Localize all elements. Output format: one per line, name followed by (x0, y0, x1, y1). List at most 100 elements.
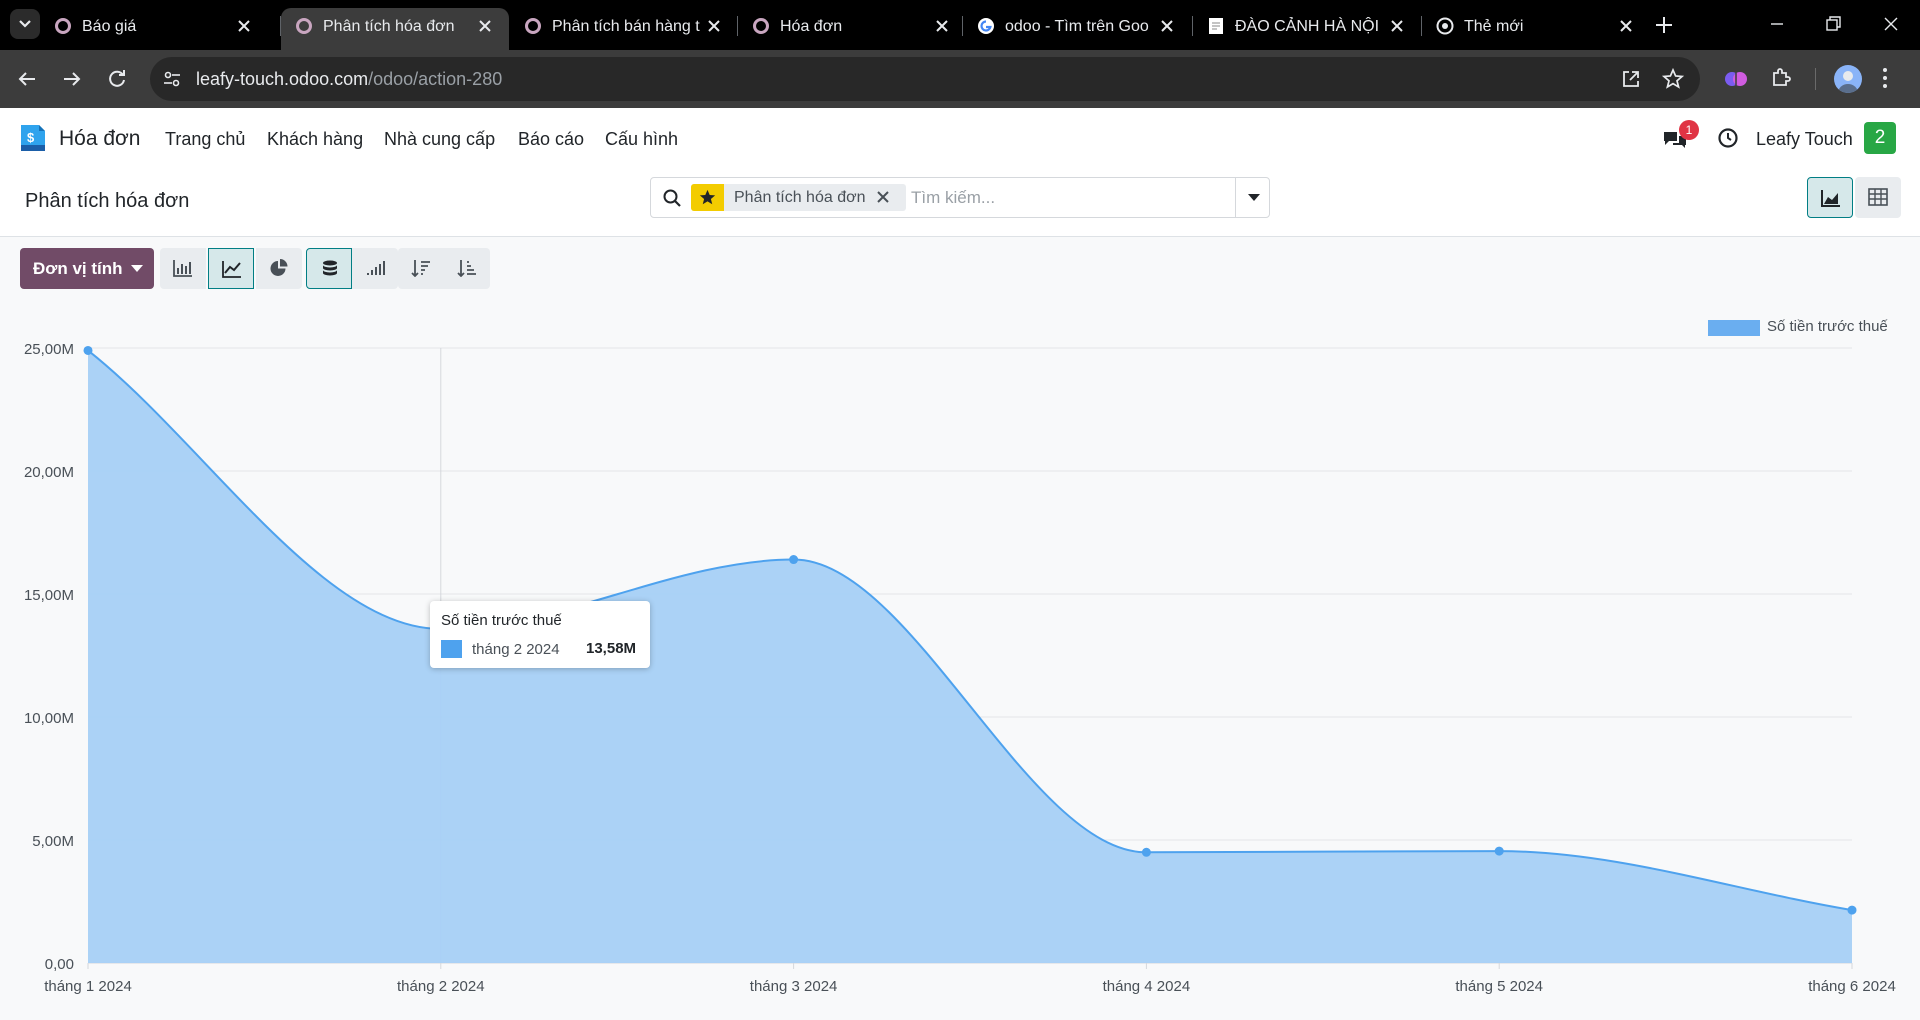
bar-chart-icon (173, 260, 192, 277)
favorite-filter-facet[interactable]: Phân tích hóa đơn (691, 184, 906, 211)
menu-bao-cao[interactable]: Báo cáo (518, 128, 584, 150)
search-icon[interactable] (663, 189, 681, 207)
x-tick-label: tháng 1 2024 (44, 978, 132, 995)
tab-title: Thẻ mới (1464, 18, 1524, 35)
sort-descending-button[interactable] (398, 248, 444, 289)
tab-close-icon[interactable] (1616, 16, 1636, 36)
menu-khach-hang[interactable]: Khách hàng (267, 128, 363, 150)
odoo-icon (55, 18, 71, 34)
invoicing-app-logo-icon[interactable]: $ (18, 123, 48, 153)
line-chart-mode-button[interactable] (208, 248, 254, 289)
search-bar[interactable]: Phân tích hóa đơn (650, 177, 1270, 218)
open-external-icon[interactable] (1620, 68, 1642, 90)
series-area-fill (88, 350, 1852, 964)
tab-title: Phân tích bán hàng t (552, 18, 700, 35)
pie-chart-mode-button[interactable] (256, 248, 302, 289)
forward-arrow-icon[interactable] (60, 67, 84, 91)
browser-tab[interactable]: Báo giá (40, 8, 268, 50)
menu-nha-cung-cap[interactable]: Nhà cung cấp (384, 128, 495, 150)
browser-tab[interactable]: odoo - Tìm trên Goo (963, 8, 1191, 50)
x-tick-label: tháng 3 2024 (750, 978, 838, 995)
browser-tab[interactable]: Phân tích bán hàng t (510, 8, 738, 50)
extensions-puzzle-icon[interactable] (1769, 66, 1793, 90)
new-tab-plus-icon[interactable] (1652, 13, 1676, 37)
odoo-icon (296, 18, 312, 34)
tooltip-title: Số tiền trước thuế (441, 612, 562, 629)
browser-tab[interactable]: Phân tích hóa đơn (281, 8, 509, 50)
tab-title: ĐÀO CẢNH HÀ NỘI (1235, 18, 1380, 35)
facet-star (691, 184, 724, 211)
url-text[interactable]: leafy-touch.odoo.com/odoo/action-280 (196, 69, 502, 89)
x-tick-label: tháng 6 2024 (1808, 978, 1896, 995)
menu-trang-chu[interactable]: Trang chủ (165, 128, 245, 150)
tab-close-icon[interactable] (1387, 16, 1407, 36)
odoo-navbar: $ Hóa đơn Trang chủ Khách hàng Nhà cung … (0, 108, 1920, 168)
data-point[interactable] (1494, 846, 1504, 856)
google-icon (978, 18, 994, 34)
browser-tab[interactable]: Thẻ mới (1422, 8, 1650, 50)
tab-close-icon[interactable] (932, 16, 952, 36)
url-path: /odoo/action-280 (368, 69, 503, 89)
browser-tab-strip: Báo giá Phân tích hóa đơn Phân tích bán hà… (0, 0, 1920, 50)
restore-icon[interactable] (1823, 14, 1843, 34)
browser-tab[interactable]: Hóa đơn (738, 8, 966, 50)
page-icon (1209, 18, 1223, 34)
tab-title: Hóa đơn (780, 18, 843, 35)
extension-brain-icon[interactable] (1723, 66, 1749, 92)
measures-dropdown-button[interactable]: Đơn vị tính (20, 248, 154, 289)
tab-title: odoo - Tìm trên Goo (1005, 18, 1149, 35)
pivot-view-button[interactable] (1855, 177, 1901, 218)
user-avatar-badge[interactable]: 2 (1864, 122, 1896, 154)
activity-clock-icon[interactable] (1717, 127, 1739, 149)
tab-close-icon[interactable] (234, 16, 254, 36)
data-point[interactable] (1847, 905, 1857, 915)
sort-ascending-button[interactable] (444, 248, 490, 289)
tab-close-icon[interactable] (475, 16, 495, 36)
tab-search-button[interactable] (10, 9, 40, 39)
x-tick-label: tháng 2 2024 (397, 978, 485, 995)
window-close-icon[interactable] (1881, 14, 1901, 34)
search-input[interactable] (911, 188, 1211, 208)
tab-title: Phân tích hóa đơn (323, 18, 455, 35)
line-chart-icon (222, 261, 241, 278)
area-chart: 0,00 5,00M 10,00M 15,00M 20,00M 25,00M tháng 1… (24, 341, 1896, 995)
menu-cau-hinh[interactable]: Cấu hình (605, 128, 678, 150)
legend-label[interactable]: Số tiền trước thuế (1767, 318, 1888, 336)
database-stack-icon (323, 260, 337, 276)
kebab-menu-icon[interactable] (1882, 66, 1888, 90)
browser-tab[interactable]: ĐÀO CẢNH HÀ NỘI (1193, 8, 1421, 50)
odoo-icon (525, 18, 541, 34)
site-info-icon[interactable] (162, 69, 182, 89)
tab-close-icon[interactable] (1157, 16, 1177, 36)
svg-text:$: $ (27, 130, 35, 145)
legend-swatch[interactable] (1708, 320, 1760, 336)
cumulative-toggle-button[interactable] (352, 248, 398, 289)
caret-down-icon (1248, 194, 1260, 201)
tab-close-icon[interactable] (704, 16, 724, 36)
profile-avatar[interactable] (1834, 65, 1862, 93)
minimize-icon[interactable] (1767, 14, 1787, 34)
company-switcher[interactable]: Leafy Touch (1756, 128, 1853, 150)
omnibox[interactable]: leafy-touch.odoo.com/odoo/action-280 (150, 57, 1700, 101)
sort-descending-icon (411, 260, 430, 277)
remove-facet-icon[interactable] (875, 189, 891, 205)
data-point[interactable] (1141, 847, 1151, 857)
bar-chart-mode-button[interactable] (160, 248, 206, 289)
browser-address-bar: leafy-touch.odoo.com/odoo/action-280 (0, 50, 1920, 108)
tooltip-swatch (441, 640, 462, 658)
data-point[interactable] (83, 345, 93, 355)
chart-tooltip: Số tiền trước thuế tháng 2 2024 13,58M (430, 601, 650, 668)
x-tick-label: tháng 4 2024 (1103, 978, 1191, 995)
graph-view-button[interactable] (1807, 177, 1853, 218)
bookmark-star-icon[interactable] (1662, 68, 1684, 90)
y-tick-label: 15,00M (24, 587, 74, 604)
data-point[interactable] (789, 555, 799, 565)
back-arrow-icon[interactable] (15, 67, 39, 91)
y-tick-label: 0,00 (45, 956, 74, 973)
app-name[interactable]: Hóa đơn (59, 127, 141, 151)
chat-count-badge: 1 (1679, 120, 1699, 140)
search-options-toggle[interactable] (1235, 178, 1270, 217)
stacked-toggle-button[interactable] (306, 248, 352, 289)
chevron-down-icon (19, 20, 31, 28)
reload-icon[interactable] (105, 67, 129, 91)
